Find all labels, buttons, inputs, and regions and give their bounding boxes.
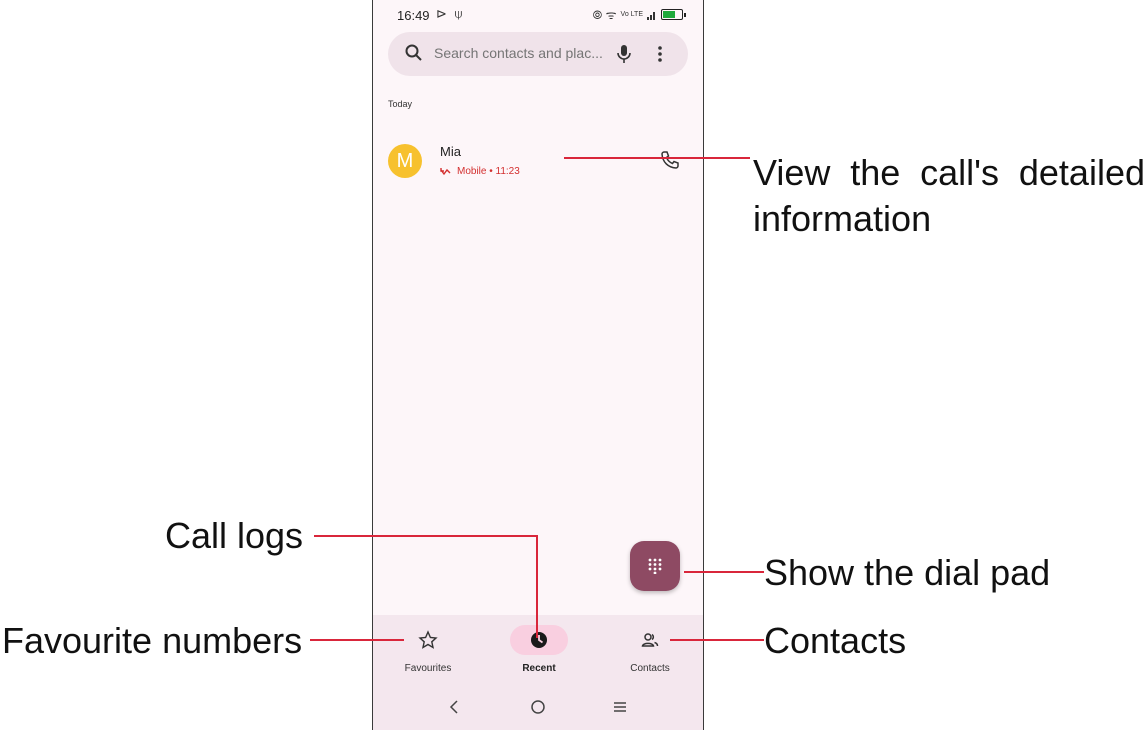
leader-line-details — [564, 157, 750, 159]
call-detail: Mobile • 11:23 — [440, 166, 520, 177]
phone-screen: 16:49 ⊳ ⍦ ⦾ ᯤ Vo LTE Today — [372, 0, 704, 730]
lte-icon: Vo LTE — [620, 11, 643, 18]
avatar[interactable]: M — [388, 144, 422, 178]
more-vert-icon[interactable] — [656, 44, 664, 64]
annotation-view-details: View the call's detailed information — [753, 150, 1145, 242]
tab-label: Favourites — [404, 663, 452, 674]
search-input[interactable] — [434, 45, 614, 61]
leader-line-dial-pad — [684, 571, 764, 573]
leader-line-call-logs — [314, 535, 538, 537]
status-right-icons: ⦾ ᯤ Vo LTE — [592, 6, 686, 23]
notification-icons: ⊳ ⍦ — [436, 6, 465, 21]
call-log-row[interactable]: M Mia Mobile • 11:23 — [373, 132, 703, 192]
bottom-navigation: Favourites Recent Contacts — [373, 615, 703, 685]
annotation-view-details-line1: View the call's detailed — [753, 152, 1145, 193]
system-navigation-bar — [373, 685, 703, 730]
leader-line-favourites — [310, 639, 404, 641]
tab-recent[interactable]: Recent — [484, 615, 594, 685]
section-header-today: Today — [388, 99, 413, 109]
call-contact-name: Mia — [440, 144, 461, 159]
call-detail-text: Mobile • 11:23 — [457, 166, 520, 177]
dialpad-button[interactable] — [630, 541, 680, 591]
leader-line-contacts — [670, 639, 764, 641]
phone-icon[interactable] — [660, 150, 680, 170]
tab-favourites[interactable]: Favourites — [373, 615, 483, 685]
annotation-call-logs: Call logs — [165, 515, 304, 556]
vibrate-wifi-icon: ⦾ ᯤ — [592, 8, 617, 22]
star-icon — [418, 630, 438, 649]
dialpad-icon — [648, 558, 662, 574]
tab-contacts[interactable]: Contacts — [595, 615, 703, 685]
tab-label: Recent — [522, 663, 556, 674]
search-icon — [405, 44, 422, 61]
annotation-contacts: Contacts — [764, 620, 907, 661]
mic-icon[interactable] — [614, 43, 634, 65]
search-bar[interactable] — [388, 32, 688, 76]
battery-icon — [661, 9, 686, 20]
status-time: 16:49 — [397, 8, 430, 23]
home-icon[interactable] — [529, 698, 547, 716]
annotation-favourites: Favourite numbers — [2, 620, 303, 661]
tab-label: Contacts — [630, 663, 670, 674]
battery-fill — [663, 11, 675, 18]
leader-line-call-logs-vertical — [536, 535, 538, 638]
back-icon[interactable] — [446, 698, 464, 716]
people-icon — [641, 633, 659, 647]
clock-icon — [531, 632, 547, 648]
signal-icon — [647, 11, 655, 20]
missed-call-icon — [440, 167, 451, 175]
status-bar: 16:49 ⊳ ⍦ ⦾ ᯤ Vo LTE — [373, 0, 703, 30]
menu-icon[interactable] — [611, 698, 629, 716]
annotation-view-details-line2: information — [753, 198, 932, 239]
annotation-dial-pad: Show the dial pad — [764, 552, 1051, 593]
